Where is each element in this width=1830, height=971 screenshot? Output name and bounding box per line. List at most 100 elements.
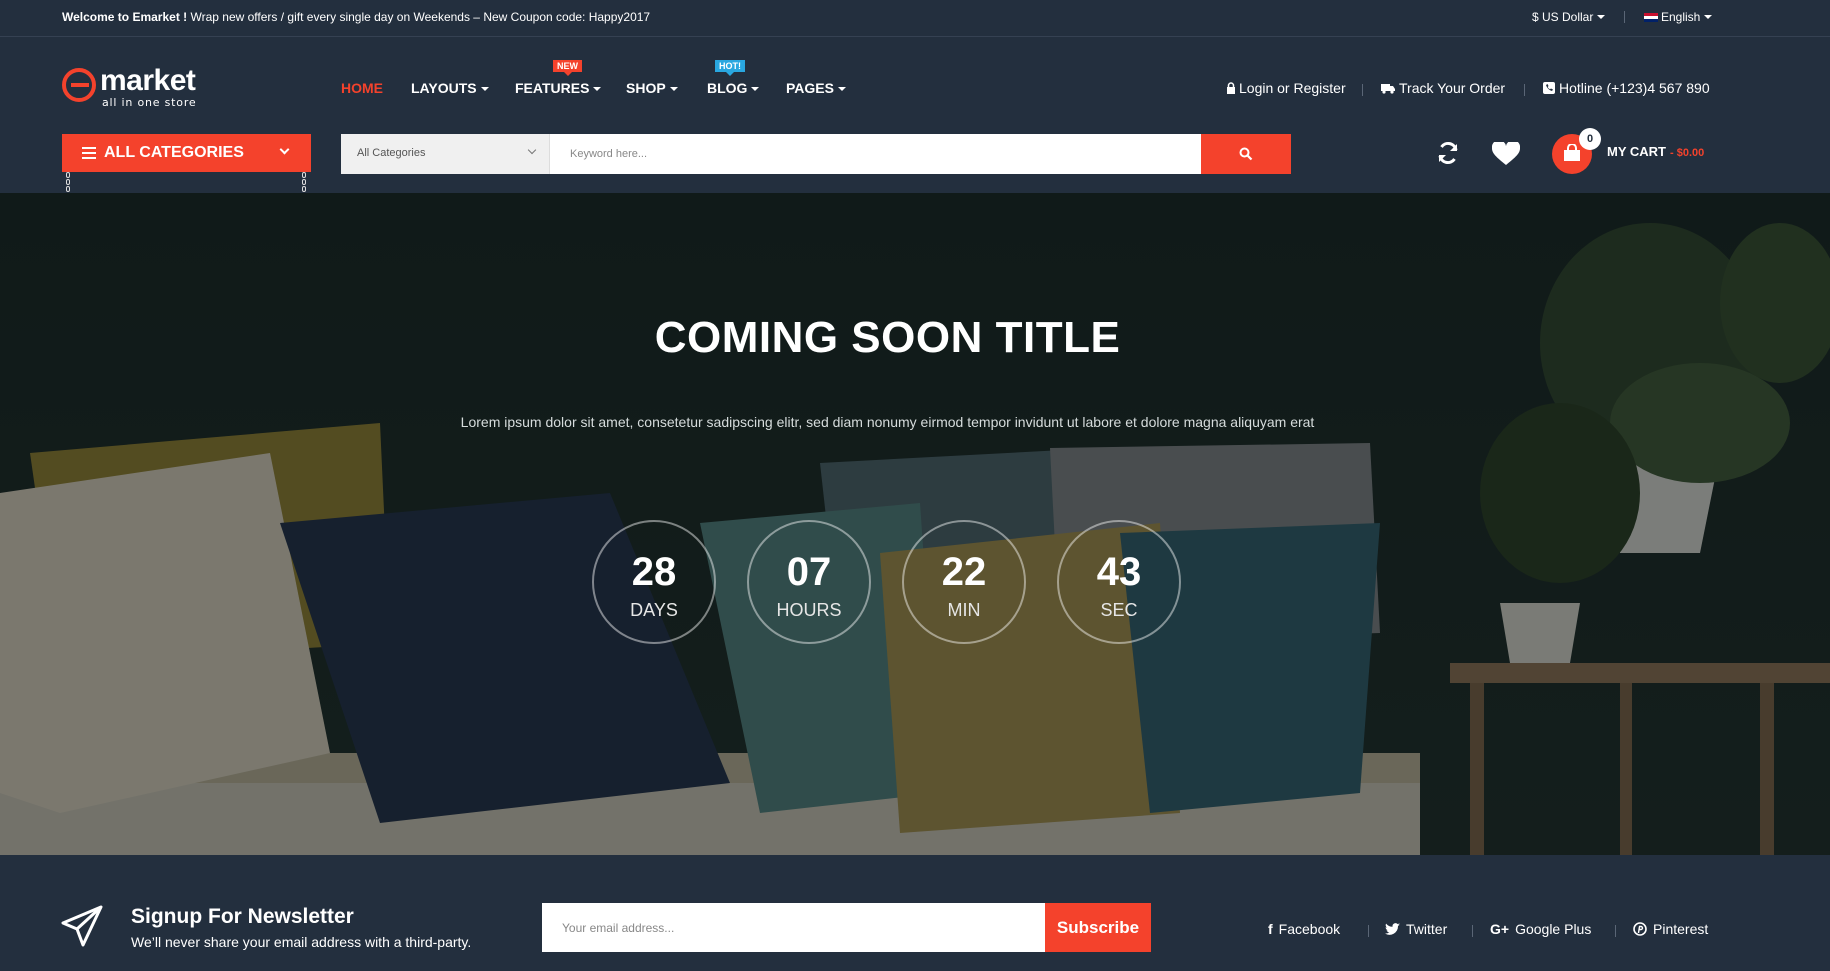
chevron-down-icon	[527, 145, 537, 155]
caret-down-icon	[837, 87, 846, 91]
cart-summary[interactable]: MY CART - $0.00	[1607, 144, 1704, 159]
logo-word: market	[100, 64, 196, 97]
chevron-down-icon	[279, 144, 290, 155]
phone-icon	[1543, 82, 1555, 94]
cart-label: MY CART	[1607, 144, 1666, 159]
header: market all in one store HOME LAYOUTS NEW…	[0, 38, 1830, 199]
caret-down-icon	[669, 87, 678, 91]
wishlist-button[interactable]	[1491, 140, 1521, 171]
nav-item-blog[interactable]: HOT! BLOG	[707, 60, 760, 96]
newsletter-subtitle: We’ll never share your email address wit…	[131, 934, 472, 950]
currency-selector[interactable]: $ US Dollar	[1532, 10, 1606, 24]
language-label: English	[1661, 10, 1701, 24]
all-categories-label: ALL CATEGORIES	[104, 144, 244, 161]
search-category-label: All Categories	[357, 147, 426, 159]
uk-flag-icon	[1644, 13, 1658, 22]
divider	[1624, 11, 1625, 23]
pinterest-icon	[1633, 922, 1647, 936]
countdown-unit: SEC	[1100, 600, 1138, 620]
nav-item-layouts[interactable]: LAYOUTS	[411, 80, 489, 96]
welcome-message: Welcome to Emarket ! Wrap new offers / g…	[62, 10, 650, 24]
logo[interactable]: market all in one store	[62, 64, 202, 109]
search-icon	[1239, 147, 1253, 161]
countdown-value: 28	[631, 550, 677, 594]
cart-count-badge: 0	[1579, 128, 1601, 150]
countdown-seconds: 43 SEC	[1057, 520, 1181, 644]
countdown-value: 43	[1096, 550, 1142, 594]
nav-item-home[interactable]: HOME	[341, 80, 383, 96]
social-pinterest-link[interactable]: Pinterest	[1633, 921, 1708, 937]
countdown-unit: HOURS	[776, 600, 842, 620]
nav-item-features[interactable]: NEW FEATURES	[515, 60, 602, 96]
caret-down-icon	[1597, 15, 1606, 19]
search-input[interactable]	[550, 134, 1201, 174]
nav-item-pages[interactable]: PAGES	[786, 80, 846, 96]
nav-label: LAYOUTS	[411, 80, 477, 96]
login-link[interactable]: Login or Register	[1226, 80, 1346, 96]
track-order-label: Track Your Order	[1399, 80, 1506, 96]
logo-tagline: all in one store	[102, 96, 197, 109]
hot-badge: HOT!	[715, 60, 745, 76]
divider	[1368, 925, 1369, 937]
divider	[1615, 925, 1616, 937]
nav-label: HOME	[341, 80, 383, 96]
heart-icon	[1491, 140, 1521, 165]
welcome-text: Wrap new offers / gift every single day …	[187, 10, 651, 24]
divider	[1472, 925, 1473, 937]
social-label: Facebook	[1278, 921, 1341, 937]
new-badge: NEW	[553, 60, 582, 76]
countdown-value: 22	[941, 550, 987, 594]
hotline-link[interactable]: Hotline (+123)4 567 890	[1543, 80, 1710, 96]
social-label: Google Plus	[1515, 921, 1592, 937]
countdown-minutes: 22 MIN	[902, 520, 1026, 644]
caret-down-icon	[1704, 15, 1713, 19]
newsletter-title: Signup For Newsletter	[131, 905, 354, 928]
hotline-label: Hotline (+123)4 567 890	[1559, 80, 1710, 96]
social-googleplus-link[interactable]: G+ Google Plus	[1490, 921, 1591, 937]
shopping-bag-icon	[1564, 144, 1580, 161]
search-bar: All Categories	[341, 134, 1291, 174]
welcome-strong: Welcome to Emarket !	[62, 10, 188, 24]
caret-down-icon	[593, 87, 602, 91]
track-order-link[interactable]: Track Your Order	[1381, 80, 1505, 96]
lock-icon	[1227, 82, 1235, 94]
paper-plane-icon	[61, 905, 103, 947]
hero-banner: COMING SOON TITLE Lorem ipsum dolor sit …	[0, 193, 1830, 855]
all-categories-button[interactable]: ALL CATEGORIES	[62, 134, 311, 172]
hero-subtitle: Lorem ipsum dolor sit amet, consetetur s…	[460, 414, 1315, 430]
truck-icon	[1381, 84, 1395, 94]
refresh-icon	[1438, 141, 1458, 165]
compare-button[interactable]	[1436, 141, 1460, 170]
menu-icon	[82, 147, 96, 159]
nav-item-shop[interactable]: SHOP	[626, 80, 678, 96]
newsletter-bar: Signup For Newsletter We’ll never share …	[0, 855, 1830, 971]
caret-down-icon	[751, 87, 760, 91]
countdown-unit: DAYS	[630, 600, 678, 620]
subscribe-button[interactable]: Subscribe	[1045, 903, 1151, 952]
search-button[interactable]	[1201, 134, 1291, 174]
social-label: Pinterest	[1653, 921, 1709, 937]
currency-label: $ US Dollar	[1532, 10, 1594, 24]
hero-title: COMING SOON TITLE	[654, 313, 1121, 362]
caret-down-icon	[480, 87, 489, 91]
social-facebook-link[interactable]: f Facebook	[1268, 921, 1340, 937]
login-label: Login or Register	[1239, 80, 1346, 96]
language-selector[interactable]: English	[1644, 10, 1713, 24]
social-twitter-link[interactable]: Twitter	[1385, 921, 1447, 937]
nav-label: BLOG	[707, 80, 748, 96]
search-category-select[interactable]: All Categories	[341, 134, 550, 174]
nav-label: SHOP	[626, 80, 666, 96]
top-bar: Welcome to Emarket ! Wrap new offers / g…	[0, 0, 1830, 37]
countdown-hours: 07 HOURS	[747, 520, 871, 644]
countdown-days: 28 DAYS	[592, 520, 716, 644]
hero-overlay	[0, 193, 1830, 855]
divider	[1524, 84, 1525, 96]
divider	[1362, 84, 1363, 96]
countdown-unit: MIN	[947, 600, 981, 620]
newsletter-email-input[interactable]	[542, 903, 1045, 952]
logo-mark-icon	[62, 68, 96, 102]
twitter-icon	[1385, 923, 1400, 935]
social-label: Twitter	[1406, 921, 1448, 937]
nav-label: PAGES	[786, 80, 834, 96]
google-plus-icon: G+	[1490, 921, 1510, 937]
